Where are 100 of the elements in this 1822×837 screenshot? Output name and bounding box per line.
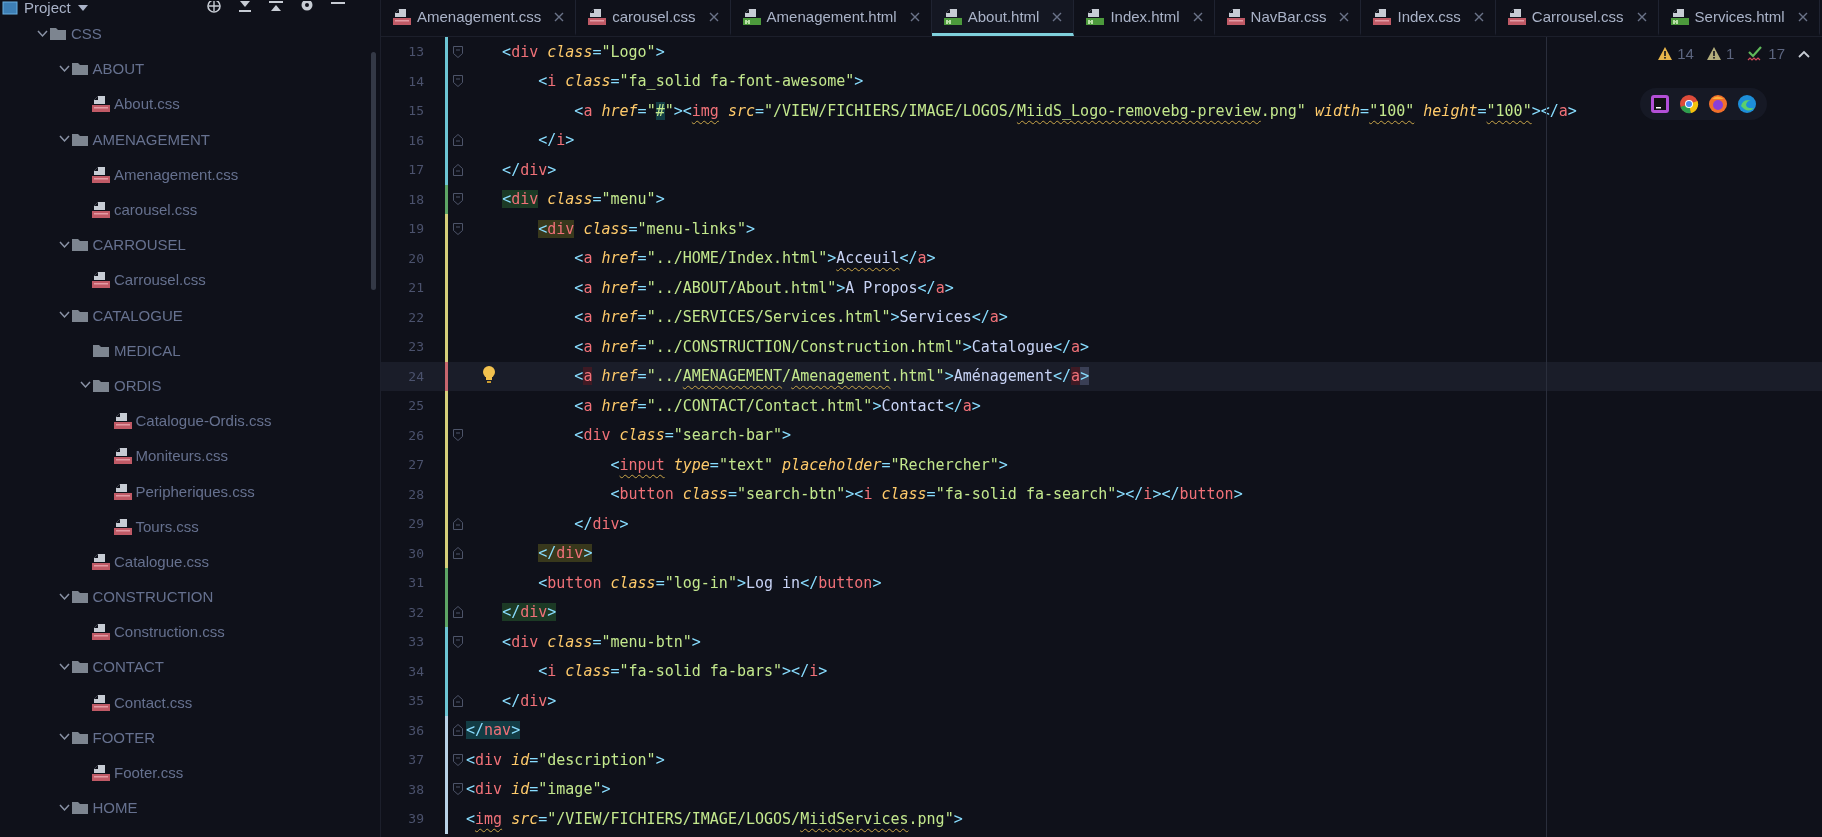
close-icon[interactable] <box>1191 10 1204 23</box>
problem-count[interactable]: 1 <box>1725 45 1735 62</box>
line-number: 20 <box>407 250 425 266</box>
close-icon[interactable] <box>1051 10 1064 23</box>
fold-end-icon[interactable] <box>452 547 463 560</box>
fold-end-icon[interactable] <box>452 134 463 147</box>
file-name[interactable]: Peripheriques.css <box>135 482 255 500</box>
fold-start-icon[interactable] <box>452 753 463 766</box>
chevron-down-icon[interactable] <box>57 63 71 74</box>
file-name[interactable]: Tours.css <box>135 517 199 535</box>
line-number: 13 <box>407 44 425 60</box>
file-name[interactable]: About.css <box>114 95 180 113</box>
close-icon[interactable] <box>1796 10 1809 23</box>
folder-name[interactable]: MEDICAL <box>114 341 181 359</box>
chevron-down-icon[interactable] <box>79 380 92 391</box>
file-name[interactable]: carousel.css <box>114 201 198 219</box>
browser-icon[interactable] <box>1679 94 1699 114</box>
chevron-down-icon[interactable] <box>57 661 71 672</box>
code-line: <a href="../SERVICES/Services.html">Services</a> <box>573 308 1008 327</box>
css-file-icon <box>113 482 132 500</box>
chevron-down-icon[interactable] <box>36 28 49 39</box>
close-icon[interactable] <box>553 10 566 23</box>
spellcheck-icon[interactable] <box>1747 45 1764 62</box>
editor-tab[interactable]: Carrousel.css <box>1495 0 1659 36</box>
chevron-down-icon[interactable] <box>57 591 71 602</box>
file-name[interactable]: Moniteurs.css <box>135 447 229 465</box>
problem-count[interactable]: 14 <box>1677 45 1694 62</box>
warning-icon[interactable] <box>1706 47 1721 60</box>
file-name[interactable]: Carrousel.css <box>114 271 206 289</box>
browser-icon[interactable] <box>1737 94 1757 114</box>
fold-end-icon[interactable] <box>452 724 463 737</box>
code-line: <a href="../AMENAGEMENT/Amenagement.html">Aménagement</a> <box>573 367 1090 386</box>
folder-name[interactable]: ABOUT <box>92 60 145 78</box>
editor-tab[interactable]: carousel.css <box>576 0 731 36</box>
line-number: 25 <box>407 398 425 414</box>
fold-start-icon[interactable] <box>452 429 463 442</box>
problem-count[interactable]: 17 <box>1768 45 1785 62</box>
file-name[interactable]: Catalogue.css <box>114 552 210 570</box>
fold-end-icon[interactable] <box>452 517 463 530</box>
close-icon[interactable] <box>908 10 921 23</box>
chevron-down-icon[interactable] <box>57 310 71 321</box>
file-name[interactable]: Construction.css <box>114 623 225 641</box>
code-line: <button class="search-btn"><i class="fa-solid fa-search"></i></button> <box>609 485 1243 504</box>
chevron-down-icon[interactable] <box>57 239 71 250</box>
code-line: </nav> <box>466 721 521 740</box>
css-file-icon <box>1373 8 1392 25</box>
editor-tab[interactable]: Index.css <box>1361 0 1496 36</box>
code-line: <div id="image"> <box>466 780 611 799</box>
close-icon[interactable] <box>1472 10 1485 23</box>
folder-name[interactable]: CATALOGUE <box>92 306 183 324</box>
fold-end-icon[interactable] <box>452 606 463 619</box>
file-name[interactable]: Amenagement.css <box>114 165 239 183</box>
chevron-down-icon[interactable] <box>57 134 71 145</box>
folder-name[interactable]: CONSTRUCTION <box>92 588 214 606</box>
editor-tab[interactable]: Services.html <box>1658 0 1820 36</box>
lightbulb-icon[interactable] <box>482 365 496 384</box>
fold-end-icon[interactable] <box>452 163 463 176</box>
close-icon[interactable] <box>707 10 720 23</box>
chevron-down-icon[interactable] <box>57 732 71 743</box>
folder-name[interactable]: AMENAGEMENT <box>92 130 210 148</box>
file-name[interactable]: Catalogue-Ordis.css <box>135 412 272 430</box>
css-file-icon <box>113 447 132 465</box>
editor-tab[interactable]: Amenagement.css <box>381 0 577 36</box>
close-icon[interactable] <box>1338 10 1351 23</box>
fold-start-icon[interactable] <box>452 75 463 88</box>
file-name[interactable]: Contact.css <box>114 693 193 711</box>
ide-icon[interactable] <box>1650 94 1670 114</box>
editor-tab[interactable]: NavBar.css <box>1214 0 1362 36</box>
line-number: 23 <box>407 339 425 355</box>
file-name[interactable]: Footer.css <box>114 764 184 782</box>
editor-tab[interactable]: Index.html <box>1074 0 1215 36</box>
fold-end-icon[interactable] <box>452 694 463 707</box>
line-number: 27 <box>407 457 425 473</box>
folder-name[interactable]: CONTACT <box>92 658 164 676</box>
fold-start-icon[interactable] <box>452 222 463 235</box>
browser-icon[interactable] <box>1708 94 1728 114</box>
css-file-icon <box>1507 8 1526 25</box>
warning-icon[interactable] <box>1658 47 1673 60</box>
editor-tab[interactable]: Amenagement.html <box>730 0 932 36</box>
panel-title[interactable]: Project <box>24 0 71 16</box>
code-line: <i class="fa_solid fa-font-awesome"> <box>537 72 864 91</box>
close-icon[interactable] <box>1635 10 1648 23</box>
line-number: 15 <box>407 103 425 119</box>
folder-name[interactable]: CSS <box>71 25 102 43</box>
folder-name[interactable]: FOOTER <box>92 728 155 746</box>
crosshair-icon[interactable] <box>204 1 223 15</box>
chevron-up-icon[interactable] <box>1798 48 1810 59</box>
scrollbar-thumb[interactable] <box>371 52 376 290</box>
fold-start-icon[interactable] <box>452 193 463 206</box>
line-number: 36 <box>407 722 425 738</box>
fold-start-icon[interactable] <box>452 45 463 58</box>
folder-name[interactable]: ORDIS <box>114 376 162 394</box>
chevron-down-icon[interactable] <box>57 802 71 813</box>
fold-start-icon[interactable] <box>452 635 463 648</box>
folder-name[interactable]: HOME <box>92 799 138 817</box>
folder-name[interactable]: CARROUSEL <box>92 236 186 254</box>
fold-start-icon[interactable] <box>452 783 463 796</box>
line-number: 17 <box>407 162 425 178</box>
editor-tab[interactable]: About.html <box>931 0 1075 36</box>
dropdown-caret-icon[interactable] <box>76 3 89 13</box>
